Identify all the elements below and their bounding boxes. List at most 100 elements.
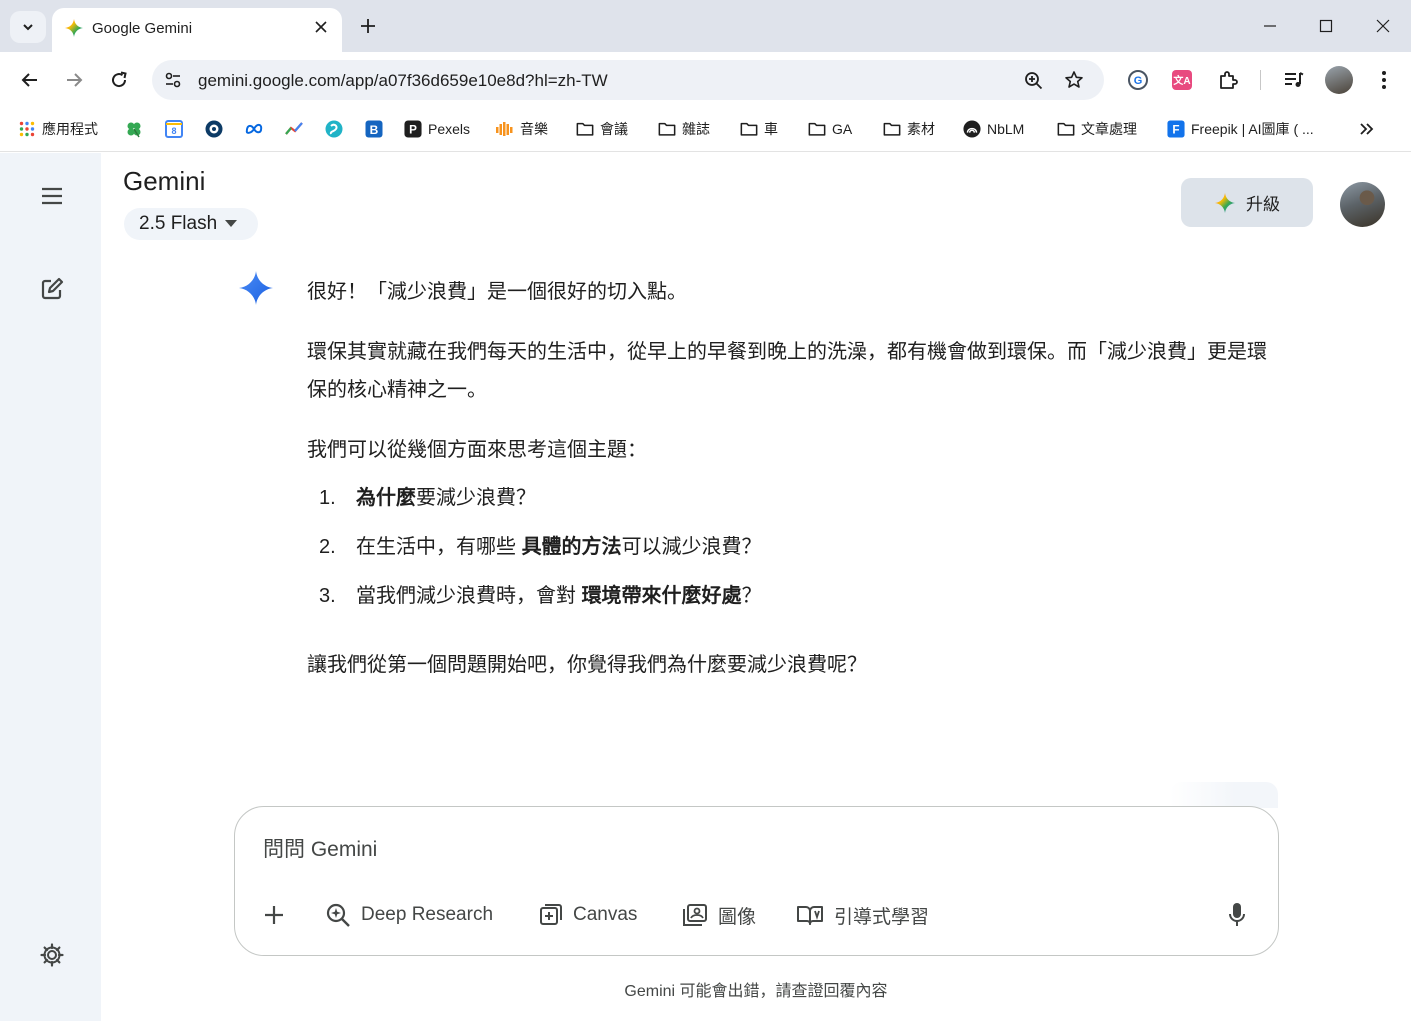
plus-icon bbox=[361, 19, 375, 33]
bookmark-pexels[interactable]: P Pexels bbox=[404, 118, 470, 140]
add-attachment-button[interactable] bbox=[263, 901, 285, 929]
bookmark-folder-meetings[interactable]: 會議 bbox=[576, 118, 628, 140]
list-item: 3. 當我們減少浪費時，會對 環境帶來什麼好處？ bbox=[307, 577, 1267, 626]
close-window-button[interactable] bbox=[1366, 10, 1400, 42]
caret-down-icon bbox=[225, 220, 238, 227]
bookmark-folder-assets[interactable]: 素材 bbox=[883, 118, 935, 140]
side-rail bbox=[0, 153, 101, 1021]
address-bar[interactable]: gemini.google.com/app/a07f36d659e10e8d?h… bbox=[152, 60, 1104, 100]
extensions-puzzle-icon[interactable] bbox=[1214, 66, 1242, 94]
bookmark-folder-ga[interactable]: GA bbox=[808, 118, 852, 140]
canvas-button[interactable]: Canvas bbox=[539, 901, 637, 929]
bookmark-folder-magazine[interactable]: 雜誌 bbox=[658, 118, 710, 140]
browser-toolbar: gemini.google.com/app/a07f36d659e10e8d?h… bbox=[0, 52, 1411, 108]
gemini-response-icon bbox=[239, 271, 273, 305]
bookmark-label: 車 bbox=[764, 121, 778, 137]
close-icon bbox=[1376, 19, 1390, 33]
tab-search-button[interactable] bbox=[10, 11, 46, 43]
microphone-button[interactable] bbox=[1228, 901, 1246, 929]
prompt-composer[interactable]: 問問 Gemini Deep Research Canvas 圖像 引導式學習 bbox=[234, 806, 1279, 956]
bookmark-calendar[interactable]: 8 bbox=[165, 118, 183, 140]
main-menu-button[interactable] bbox=[36, 180, 68, 212]
list-number: 3. bbox=[319, 585, 336, 607]
new-chat-button[interactable] bbox=[36, 273, 68, 305]
gemini-spark-icon bbox=[1215, 192, 1235, 213]
bookmark-label: Freepik | AI圖庫 ( ... bbox=[1191, 121, 1314, 137]
bookmark-folder-car[interactable]: 車 bbox=[740, 118, 778, 140]
browser-menu-icon[interactable] bbox=[1370, 66, 1398, 94]
swirl-icon bbox=[325, 120, 343, 138]
prompt-input[interactable]: 問問 Gemini bbox=[263, 833, 377, 863]
new-tab-button[interactable] bbox=[356, 14, 380, 38]
svg-text:F: F bbox=[1172, 124, 1179, 137]
bookmark-meta[interactable] bbox=[245, 118, 263, 140]
grammar-extension-icon[interactable]: G bbox=[1124, 66, 1152, 94]
list-text-bold: 為什麼 bbox=[356, 487, 416, 509]
deep-research-label: Deep Research bbox=[361, 904, 494, 925]
response-paragraph: 我們可以從幾個方面來思考這個主題： bbox=[307, 439, 647, 461]
site-settings-icon[interactable] bbox=[164, 71, 182, 89]
response-intro: 很好！「減少浪費」是一個很好的切入點。 bbox=[307, 281, 687, 303]
double-chevron-right-icon bbox=[1358, 120, 1376, 138]
minimize-icon bbox=[1264, 25, 1276, 27]
bookmark-trend[interactable] bbox=[285, 118, 303, 140]
list-item: 1. 為什麼要減少浪費？ bbox=[307, 479, 1267, 528]
trend-icon bbox=[285, 120, 303, 138]
upgrade-label: 升級 bbox=[1246, 195, 1280, 214]
minimize-button[interactable] bbox=[1253, 10, 1287, 42]
profile-avatar-icon[interactable] bbox=[1325, 66, 1353, 94]
bookmark-apps[interactable]: 應用程式 bbox=[18, 118, 98, 140]
bookmark-nblm[interactable]: NbLM bbox=[963, 118, 1024, 140]
clover-icon bbox=[125, 120, 143, 138]
music-bars-icon bbox=[496, 120, 514, 138]
account-avatar[interactable] bbox=[1340, 182, 1385, 227]
bookmark-label: 音樂 bbox=[520, 121, 548, 137]
meta-icon bbox=[245, 120, 263, 138]
reload-button[interactable] bbox=[105, 66, 133, 94]
open-book-icon bbox=[797, 906, 823, 925]
bookmark-folder-articles[interactable]: 文章處理 bbox=[1057, 118, 1137, 140]
image-button[interactable]: 圖像 bbox=[682, 901, 756, 929]
zoom-icon[interactable] bbox=[1024, 71, 1043, 90]
model-selector[interactable]: 2.5 Flash bbox=[124, 208, 258, 240]
maximize-icon bbox=[1319, 19, 1333, 33]
reload-icon bbox=[112, 71, 127, 88]
response-closing: 讓我們從第一個問題開始吧，你覺得我們為什麼要減少浪費呢？ bbox=[307, 654, 867, 676]
url-text[interactable]: gemini.google.com/app/a07f36d659e10e8d?h… bbox=[198, 71, 608, 91]
bookmarks-overflow-button[interactable] bbox=[1358, 118, 1376, 140]
calendar-8-icon: 8 bbox=[165, 120, 183, 138]
bookmark-label: GA bbox=[832, 121, 853, 137]
canvas-label: Canvas bbox=[573, 904, 638, 925]
translate-extension-icon[interactable]: 文A bbox=[1168, 66, 1196, 94]
chevron-down-icon bbox=[23, 24, 33, 31]
bookmark-b[interactable]: B bbox=[365, 118, 383, 140]
svg-text:8: 8 bbox=[171, 126, 176, 136]
freepik-icon: F bbox=[1167, 120, 1185, 138]
folder-icon bbox=[1057, 120, 1075, 138]
maximize-button[interactable] bbox=[1309, 10, 1343, 42]
guided-learning-button[interactable]: 引導式學習 bbox=[796, 901, 929, 929]
response-message: 很好！「減少浪費」是一個很好的切入點。 環保其實就藏在我們每天的生活中，從早上的… bbox=[307, 273, 1267, 706]
bookmark-music[interactable]: 音樂 bbox=[496, 118, 548, 140]
bookmark-clover[interactable] bbox=[125, 118, 143, 140]
active-tab[interactable]: Google Gemini bbox=[52, 8, 342, 52]
media-controls-icon[interactable] bbox=[1280, 66, 1308, 94]
list-text: 要減少浪費？ bbox=[416, 487, 536, 509]
bookmark-swirl[interactable] bbox=[325, 118, 343, 140]
bookmark-freepik[interactable]: F Freepik | AI圖庫 ( ... bbox=[1167, 118, 1314, 140]
forward-button[interactable] bbox=[60, 66, 88, 94]
bookmark-star-icon[interactable] bbox=[1064, 70, 1084, 90]
arrow-right-icon bbox=[67, 73, 83, 87]
bookmark-eye[interactable] bbox=[205, 118, 223, 140]
upgrade-button[interactable]: 升級 bbox=[1181, 178, 1313, 227]
settings-button[interactable] bbox=[36, 939, 68, 971]
bookmark-label: 素材 bbox=[907, 121, 935, 137]
tab-close-icon[interactable] bbox=[310, 16, 332, 38]
back-button[interactable] bbox=[16, 66, 44, 94]
bookmark-label: Pexels bbox=[428, 121, 471, 137]
list-item: 2. 在生活中，有哪些 具體的方法可以減少浪費？ bbox=[307, 528, 1267, 577]
svg-text:B: B bbox=[370, 123, 379, 137]
folder-icon bbox=[808, 120, 826, 138]
canvas-icon bbox=[540, 904, 562, 925]
deep-research-button[interactable]: Deep Research bbox=[325, 901, 493, 929]
